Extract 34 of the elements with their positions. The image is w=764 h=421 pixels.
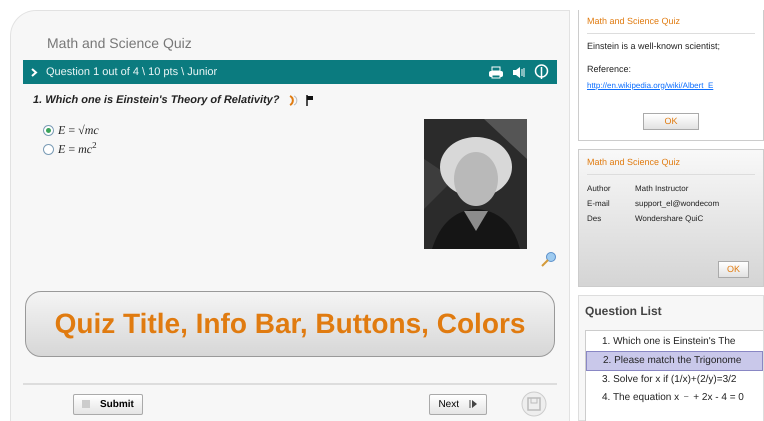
field-value: Math Instructor [635,182,688,194]
dialog-title: Math and Science Quiz [587,156,755,174]
field-value: Wondershare QuiC [635,212,704,224]
question-text: 1. Which one is Einstein's Theory of Relativity? [33,93,280,108]
panel-title: Question List [585,303,663,320]
magnifier-icon[interactable] [541,250,557,266]
reference-label: Reference: [587,63,632,76]
field-value: support_el@wondecom [635,198,720,210]
next-button[interactable]: Next [429,394,487,414]
question-list-item[interactable]: 3. Solve for x if (1/x)+(2/y)=3/2 [586,371,763,389]
feedback-message: Einstein is a well-known scientist; [587,40,722,52]
quiz-title: Math and Science Quiz [46,34,193,53]
option-formula: E = √mc [58,122,99,138]
option-formula: E = mc$^{2}$ [58,140,97,158]
question-list-item[interactable]: 2. Please match the Trigonome [586,351,763,371]
speaker-icon[interactable] [512,66,526,78]
chevron-icon [31,68,38,76]
printer-icon[interactable] [488,66,504,78]
info-text: Question 1 out of 4 \ 10 pts \ Junior [46,64,218,80]
speaker-icon[interactable] [288,94,298,107]
radio-button[interactable] [43,124,54,136]
save-icon[interactable] [521,391,547,417]
dialog-title: Math and Science Quiz [587,15,755,34]
arrow-icon [469,400,478,408]
field-label: Des [587,212,602,224]
square-icon [82,400,90,408]
field-label: Author [587,182,612,194]
flag-icon[interactable] [306,94,314,106]
banner: Quiz Title, Info Bar, Buttons, Colors [25,290,555,356]
field-label: E-mail [587,198,611,210]
reference-link[interactable]: http://en.wikipedia.org/wiki/Albert_E [587,80,714,90]
question-list-item[interactable]: 1. Which one is Einstein's The [586,333,763,351]
submit-button[interactable]: Submit [73,394,143,414]
radio-button[interactable] [43,144,54,154]
